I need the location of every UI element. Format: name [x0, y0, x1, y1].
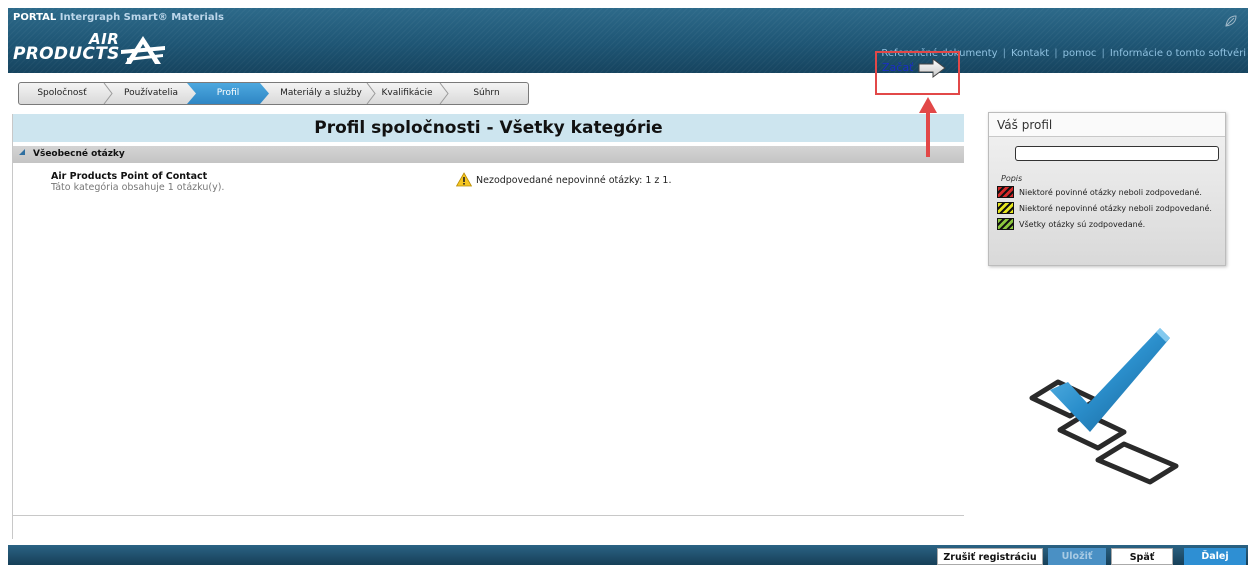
back-button[interactable]: Späť [1111, 548, 1173, 565]
panel-bottom-border [13, 515, 964, 516]
app-window: PORTAL Intergraph Smart® Materials AIR P… [0, 0, 1248, 565]
tab-kvalifikacie[interactable]: Kvalifikácie [376, 83, 438, 104]
checklist-illustration-icon [1029, 328, 1179, 485]
link-help[interactable]: pomoc [1063, 48, 1097, 59]
link-separator: | [1101, 48, 1105, 59]
tab-pouzivatelia[interactable]: Používatelia [113, 83, 189, 104]
arrow-right-icon[interactable] [917, 57, 947, 79]
tab-materialy-a-sluzby[interactable]: Materiály a služby [273, 83, 369, 104]
page-title: Profil spoločnosti - Všetky kategórie [13, 114, 964, 142]
app-title: Intergraph Smart® Materials [59, 12, 224, 23]
legend-item-complete: Všetky otázky sú zodpovedané. [997, 218, 1145, 232]
legend-title: Popis [1001, 174, 1023, 183]
section-header-vseobecne-otazky[interactable]: Všeobecné otázky [13, 146, 964, 163]
profile-panel: Váš profil Popis Niektoré povinné otázky… [988, 112, 1226, 266]
legend-swatch-red [997, 186, 1014, 198]
tab-profil[interactable]: Profil [187, 83, 269, 104]
tab-separator-icon [103, 83, 113, 104]
legend-swatch-green [997, 218, 1014, 230]
link-contact[interactable]: Kontakt [1011, 48, 1049, 59]
logo-text-products: PRODUCTS [13, 44, 120, 64]
tab-spolocnost[interactable]: Spoločnosť [21, 83, 103, 104]
company-logo: AIR PRODUCTS [13, 30, 165, 70]
legend-label: Niektoré povinné otázky neboli zodpoveda… [1019, 188, 1202, 197]
legend-swatch-yellow [997, 202, 1014, 214]
legend-item-required: Niektoré povinné otázky neboli zodpoveda… [997, 186, 1202, 200]
profile-progress-bar [1015, 146, 1219, 161]
tab-separator-icon [366, 83, 376, 104]
category-description: Táto kategória obsahuje 1 otázku(y). [51, 182, 225, 193]
logo-mark-icon [121, 36, 165, 64]
collapse-triangle-icon[interactable] [19, 149, 25, 155]
portal-title: PORTAL Intergraph Smart® Materials [13, 12, 224, 23]
start-link[interactable]: Začať [882, 61, 913, 74]
category-name: Air Products Point of Contact [51, 171, 208, 182]
wizard-tabs: Spoločnosť Používatelia Profil Materiály… [18, 82, 529, 105]
legend-label: Všetky otázky sú zodpovedané. [1019, 220, 1146, 229]
header-bar: PORTAL Intergraph Smart® Materials AIR P… [8, 8, 1248, 73]
link-separator: | [1054, 48, 1058, 59]
legend-item-optional: Niektoré nepovinné otázky neboli zodpove… [997, 202, 1212, 216]
warning-icon [456, 172, 472, 187]
tab-suhrn[interactable]: Súhrn [449, 83, 524, 104]
category-status: Nezodpovedané nepovinné otázky: 1 z 1. [476, 175, 672, 186]
portal-label: PORTAL [13, 12, 57, 23]
profile-title: Váš profil [989, 113, 1225, 137]
legend-label: Niektoré nepovinné otázky neboli zodpove… [1019, 204, 1212, 213]
save-button[interactable]: Uložiť [1048, 548, 1106, 565]
next-button[interactable]: Ďalej [1184, 548, 1246, 565]
cancel-registration-button[interactable]: Zrušiť registráciu [937, 548, 1043, 565]
link-separator: | [1002, 48, 1006, 59]
annotation-arrow-up-icon [919, 97, 937, 157]
main-panel: Profil spoločnosti - Všetky kategórie Vš… [13, 114, 964, 517]
section-label: Všeobecné otázky [33, 149, 125, 159]
leaf-icon[interactable] [1224, 14, 1238, 28]
link-about[interactable]: Informácie o tomto softvéri [1110, 48, 1246, 59]
tab-separator-icon [439, 83, 449, 104]
